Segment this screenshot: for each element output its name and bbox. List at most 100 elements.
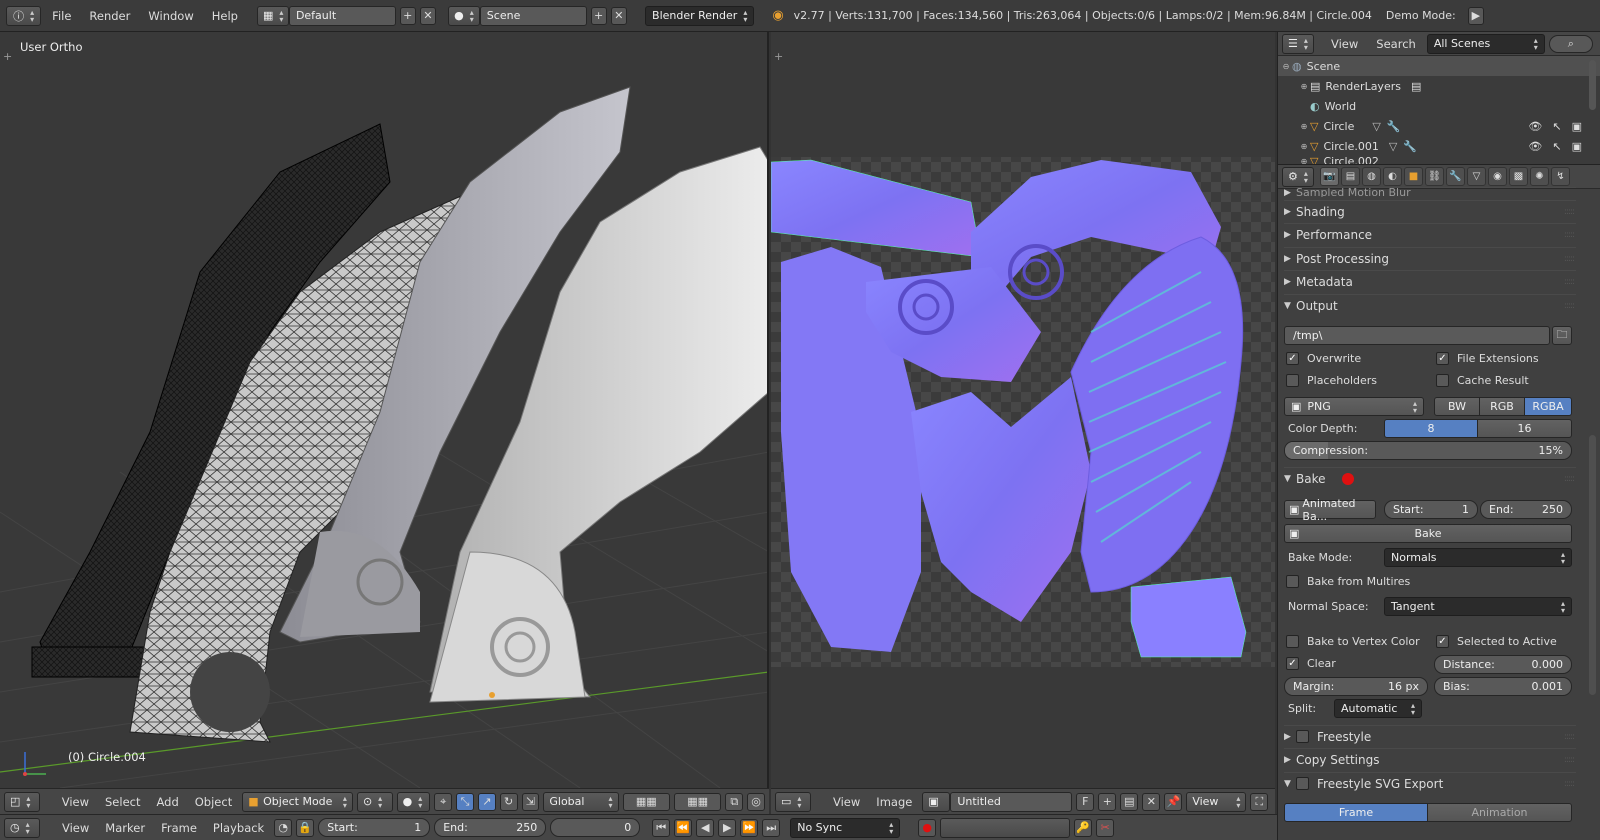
jump-start-icon[interactable]: ⏮	[652, 818, 671, 837]
depth-8-button[interactable]: 8	[1384, 419, 1478, 438]
material-tab-icon[interactable]: ◉	[1488, 167, 1507, 186]
timeline-start-field[interactable]: Start: 1	[318, 818, 431, 837]
outliner-row-circle-001[interactable]: ⊕ ▽ Circle.001 ▽ 🔧 👁 ↖ ▣	[1278, 136, 1600, 156]
prev-keyframe-icon[interactable]: ⏪	[674, 818, 693, 837]
bake-end-field[interactable]: End: 250	[1480, 500, 1572, 519]
visibility-eye-icon[interactable]: 👁	[1528, 120, 1542, 133]
snap-icon[interactable]: ⌖	[434, 792, 453, 811]
jump-end-icon[interactable]: ⏭	[762, 818, 781, 837]
drag-grip-icon[interactable]: :::::	[1564, 254, 1575, 264]
outliner-row-world[interactable]: ◐ World	[1278, 96, 1600, 116]
outliner-row-renderlayers[interactable]: ⊕ ▤ RenderLayers ▤	[1278, 76, 1600, 96]
image-name-field[interactable]: Untitled	[950, 791, 1073, 812]
menu-render[interactable]: Render	[82, 9, 137, 23]
animated-bake-button[interactable]: ▣ Animated Ba...	[1284, 497, 1376, 523]
menu-add[interactable]: Add	[150, 795, 184, 809]
empty-checkbox-icon[interactable]	[1296, 777, 1309, 790]
bake-panel[interactable]: ▼ Bake:::::	[1284, 467, 1576, 489]
menu-uv-view[interactable]: View	[827, 795, 866, 809]
play-icon[interactable]: ▶	[718, 818, 737, 837]
bake-mode-select[interactable]: Normals ▴ ▾	[1384, 548, 1572, 567]
render-engine-select[interactable]: Blender Render ▴ ▾	[645, 5, 755, 26]
uv-region-toggle-icon[interactable]: +	[774, 50, 783, 63]
insert-keyframe-icon[interactable]: 🔑	[1074, 818, 1093, 837]
copy-settings-panel[interactable]: ▶ Copy Settings:::::	[1284, 748, 1576, 770]
record-icon[interactable]: ●	[918, 818, 937, 837]
lock-layers-icon[interactable]: ⧉	[725, 792, 744, 811]
select-arrow-icon[interactable]: ↖	[1552, 120, 1561, 133]
render-preview-icon[interactable]: ◎	[747, 792, 765, 811]
outliner-row-scene[interactable]: ⊖ ◍ Scene	[1278, 56, 1600, 76]
remove-layout-icon[interactable]: ✕	[419, 6, 437, 25]
editor-type-outliner-button[interactable]: ☰ ▴ ▾	[1282, 33, 1314, 54]
svg-animation-tab[interactable]: Animation	[1427, 803, 1572, 822]
screen-layout-icon[interactable]: ▦ ▴ ▾	[256, 5, 289, 26]
keying-set-field[interactable]	[940, 817, 1071, 838]
menu-help[interactable]: Help	[205, 9, 245, 23]
drag-grip-icon[interactable]: :::::	[1564, 474, 1575, 484]
depth-16-button[interactable]: 16	[1477, 419, 1572, 438]
drag-grip-icon[interactable]: :::::	[1564, 301, 1575, 311]
menu-outliner-view[interactable]: View	[1324, 37, 1365, 51]
add-scene-icon[interactable]: +	[590, 6, 607, 25]
menu-view[interactable]: View	[56, 795, 95, 809]
new-image-icon[interactable]: +	[1098, 792, 1117, 811]
sync-select[interactable]: No Sync ▴ ▾	[790, 817, 901, 838]
select-arrow-icon[interactable]: ↖	[1552, 140, 1561, 153]
preview-range-icon[interactable]: ◔	[274, 818, 293, 837]
expand-icon[interactable]: ⊕	[1298, 157, 1310, 165]
clear-checkbox[interactable]: ✓ Clear	[1286, 657, 1336, 670]
split-select[interactable]: Automatic ▴ ▾	[1334, 699, 1422, 718]
bake-start-field[interactable]: Start: 1	[1384, 500, 1478, 519]
region-toggle-icon[interactable]: +	[3, 50, 12, 63]
placeholders-checkbox[interactable]: Placeholders	[1286, 374, 1377, 387]
normal-space-select[interactable]: Tangent ▴ ▾	[1384, 597, 1572, 616]
texture-tab-icon[interactable]: ▩	[1509, 167, 1528, 186]
post-processing-panel[interactable]: ▶ Post Processing:::::	[1284, 247, 1576, 269]
outliner-row-circle[interactable]: ⊕ ▽ Circle ▽ 🔧 👁 ↖ ▣	[1278, 116, 1600, 136]
svg-frame-tab[interactable]: Frame	[1284, 803, 1428, 822]
file-extensions-checkbox[interactable]: ✓ File Extensions	[1436, 352, 1539, 365]
empty-checkbox-icon[interactable]	[1296, 730, 1309, 743]
drag-grip-icon[interactable]: :::::	[1564, 207, 1575, 217]
bake-button[interactable]: ▣ Bake	[1284, 524, 1572, 543]
margin-field[interactable]: Margin: 16 px	[1284, 677, 1428, 696]
folder-browse-icon[interactable]: 🗀	[1552, 326, 1572, 345]
menu-object[interactable]: Object	[189, 795, 238, 809]
freestyle-svg-panel[interactable]: ▼ Freestyle SVG Export:::::	[1284, 772, 1576, 794]
drag-grip-icon[interactable]: :::::	[1564, 230, 1575, 240]
open-image-icon[interactable]: ▤	[1120, 792, 1139, 811]
data-tab-icon[interactable]: ▽	[1467, 167, 1486, 186]
menu-timeline-view[interactable]: View	[56, 821, 95, 835]
screen-layout-field[interactable]: Default	[288, 5, 396, 26]
fake-user-button[interactable]: F	[1076, 792, 1095, 811]
menu-marker[interactable]: Marker	[99, 821, 151, 835]
visibility-eye-icon[interactable]: 👁	[1528, 140, 1542, 153]
render-tab-icon[interactable]: 📷	[1320, 167, 1339, 186]
layers-grid-b-icon[interactable]: ▦▦	[673, 792, 722, 811]
drag-grip-icon[interactable]: :::::	[1564, 755, 1575, 765]
outliner-row-circle-002[interactable]: ⊕ ▽ Circle.002	[1278, 156, 1600, 164]
draw-channels-icon[interactable]: ⛶	[1250, 792, 1269, 811]
render-camera-icon[interactable]: ▣	[1572, 120, 1582, 133]
add-layout-icon[interactable]: +	[399, 6, 416, 25]
constraints-tab-icon[interactable]: ⛓	[1425, 167, 1444, 186]
modifiers-tab-icon[interactable]: 🔧	[1446, 167, 1465, 186]
manipulator-icon[interactable]: ⤡	[456, 792, 474, 811]
shading-panel[interactable]: ▶ Shading:::::	[1284, 200, 1576, 222]
properties-scrollbar[interactable]	[1589, 435, 1596, 695]
bake-to-vertex-color-checkbox[interactable]: Bake to Vertex Color	[1286, 635, 1420, 648]
menu-playback[interactable]: Playback	[207, 821, 270, 835]
file-format-select[interactable]: ▣ PNG ▴ ▾	[1284, 397, 1424, 416]
menu-select[interactable]: Select	[99, 795, 146, 809]
performance-panel[interactable]: ▶ Performance:::::	[1284, 223, 1576, 245]
physics-tab-icon[interactable]: ↯	[1551, 167, 1570, 186]
editor-type-properties-button[interactable]: ⚙ ▴ ▾	[1282, 166, 1314, 187]
layers-grid-a-icon[interactable]: ▦▦	[622, 792, 670, 811]
unlink-image-icon[interactable]: ✕	[1142, 792, 1161, 811]
color-mode-rgb-button[interactable]: RGB	[1479, 397, 1525, 416]
image-browse-icon[interactable]: ▣	[922, 791, 951, 812]
metadata-panel[interactable]: ▶ Metadata:::::	[1284, 270, 1576, 292]
mode-select[interactable]: ■ Object Mode ▴ ▾	[242, 791, 353, 812]
display-mode-select[interactable]: All Scenes ▴ ▾	[1426, 33, 1545, 54]
